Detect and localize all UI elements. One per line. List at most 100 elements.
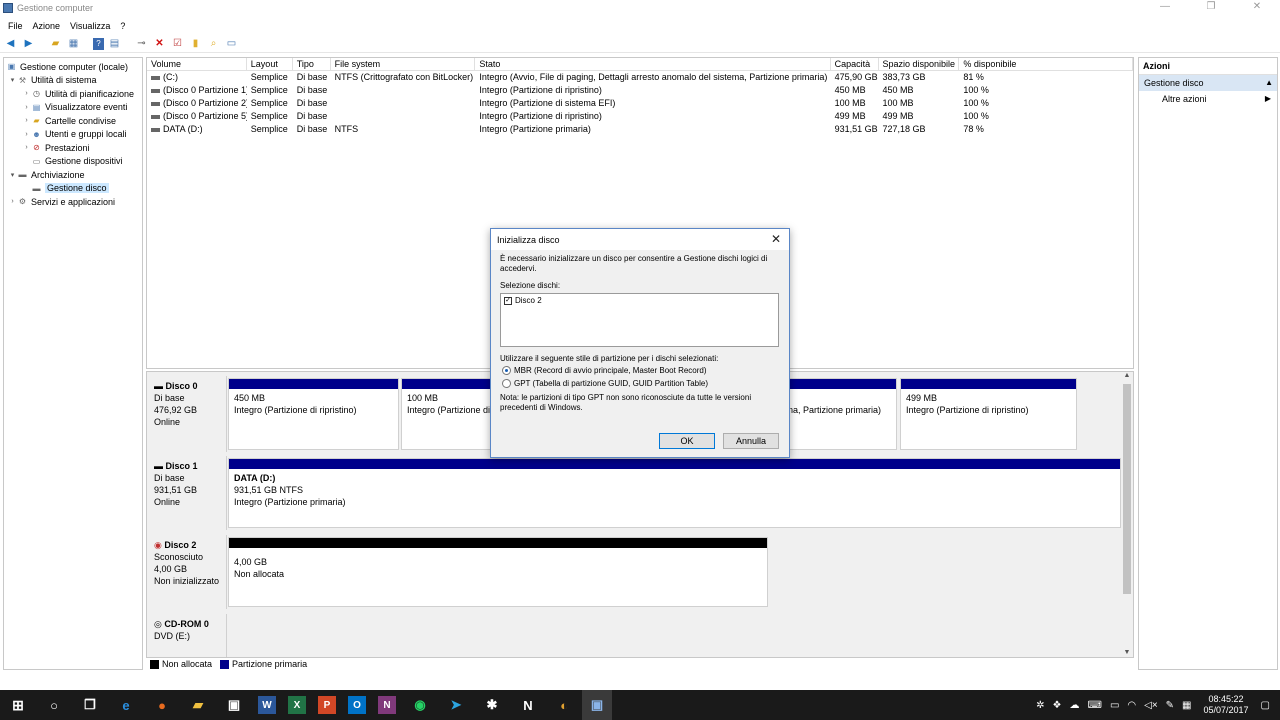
word-icon[interactable]: W (258, 696, 276, 714)
checkbox-checked-icon[interactable]: ✓ (504, 296, 512, 305)
chevron-down-icon[interactable]: ▾ (8, 76, 17, 84)
windows-start-icon[interactable]: ⊞ (6, 693, 30, 717)
tree-item-storage[interactable]: ▾ ▬ Archiviazione (4, 168, 142, 182)
properties-icon[interactable]: ▭ (224, 37, 239, 51)
search-icon[interactable]: ○ (42, 693, 66, 717)
cancel-button[interactable]: Annulla (723, 433, 779, 449)
chevron-right-icon[interactable]: › (22, 131, 31, 138)
back-icon[interactable]: ◀ (3, 37, 18, 51)
column-header[interactable]: File system (331, 58, 476, 70)
edge-icon[interactable]: e (114, 693, 138, 717)
vertical-scrollbar[interactable]: ▲ ▼ (1121, 372, 1133, 657)
menu-file[interactable]: File (4, 21, 29, 31)
console-icon[interactable]: ▤ (107, 37, 122, 51)
notification-icon[interactable]: ▢ (1261, 700, 1270, 711)
excel-icon[interactable]: X (288, 696, 306, 714)
check-icon[interactable]: ☑ (170, 37, 185, 51)
powerpoint-icon[interactable]: P (318, 696, 336, 714)
tree-item-device-manager[interactable]: ▭ Gestione dispositivi (4, 155, 142, 169)
computer-management-taskbar-icon[interactable]: ▣ (582, 690, 612, 720)
tree-item-performance[interactable]: › ⊘ Prestazioni (4, 141, 142, 155)
folder-icon[interactable]: ▮ (188, 37, 203, 51)
radio-selected-icon[interactable] (502, 366, 511, 376)
disk-label-disco-0[interactable]: ▬ Disco 0 Di base 476,92 GB Online (149, 376, 227, 452)
cloud-icon[interactable]: ☁ (1070, 700, 1080, 711)
table-row[interactable]: (Disco 0 Partizione 5) Semplice Di base … (147, 110, 1133, 123)
delete-icon[interactable]: ✕ (152, 37, 167, 51)
table-row[interactable]: (Disco 0 Partizione 1) Semplice Di base … (147, 84, 1133, 97)
action-more-actions[interactable]: Altre azioni ▶ (1139, 91, 1277, 107)
tree-item-computer-management[interactable]: ▣ Gestione computer (locale) (4, 60, 142, 74)
gpt-option[interactable]: GPT (Tabella di partizione GUID, GUID Pa… (502, 377, 780, 390)
disk-label-cdrom-0[interactable]: ◎ CD-ROM 0 DVD (E:) (149, 614, 227, 657)
disk-label-disco-1[interactable]: ▬ Disco 1 Di base 931,51 GB Online (149, 456, 227, 530)
scroll-up-icon[interactable]: ▲ (1121, 372, 1133, 382)
telegram-icon[interactable]: ➤ (444, 693, 468, 717)
outlook-icon[interactable]: O (348, 696, 366, 714)
store-icon[interactable]: ▣ (222, 693, 246, 717)
column-header[interactable]: Spazio disponibile (879, 58, 960, 70)
pen-icon[interactable]: ✎ (1166, 700, 1174, 711)
column-header[interactable]: Volume (147, 58, 247, 70)
chevron-right-icon[interactable]: › (22, 104, 31, 111)
forward-icon[interactable]: ▶ (21, 37, 36, 51)
show-tree-icon[interactable]: ▦ (66, 37, 81, 51)
mbr-option[interactable]: MBR (Record di avvio principale, Master … (502, 364, 780, 377)
minimize-button[interactable]: — (1142, 0, 1188, 16)
partition-d2p1[interactable]: 4,00 GB Non allocata (228, 537, 768, 607)
column-header[interactable]: Stato (475, 58, 831, 70)
scrollbar-thumb[interactable] (1123, 384, 1131, 594)
radio-icon[interactable] (502, 379, 511, 389)
connect-icon[interactable]: ⊸ (134, 37, 149, 51)
tree-item-disk-management[interactable]: ▬ Gestione disco (4, 182, 142, 196)
partition-d0p3[interactable]: na, Partizione primaria) (787, 378, 897, 450)
help-icon[interactable]: ? (93, 37, 104, 50)
actions-section-disk-management[interactable]: Gestione disco ▲ (1139, 75, 1277, 91)
partition-d0p4[interactable]: 499 MB Integro (Partizione di ripristino) (900, 378, 1077, 450)
task-view-icon[interactable]: ❐ (78, 693, 102, 717)
whatsapp-icon[interactable]: ◉ (408, 693, 432, 717)
close-icon[interactable]: ✕ (771, 232, 781, 246)
close-button[interactable]: ✕ (1234, 0, 1280, 16)
table-row[interactable]: DATA (D:) Semplice Di base NTFS Integro … (147, 123, 1133, 136)
tree-item-system-tools[interactable]: ▾ ⚒ Utilità di sistema (4, 74, 142, 88)
disk-select-item[interactable]: ✓ Disco 2 (504, 296, 775, 306)
tree-item-services-apps[interactable]: › ⚙ Servizi e applicazioni (4, 195, 142, 209)
column-header[interactable]: Capacità (831, 58, 879, 70)
tree-item-task-scheduler[interactable]: › ◷ Utilità di pianificazione (4, 87, 142, 101)
disk-label-disco-2[interactable]: ◉ Disco 2 Sconosciuto 4,00 GB Non inizia… (149, 535, 227, 609)
search-folder-icon[interactable]: ⌕ (206, 37, 221, 51)
chevron-up-icon[interactable]: ▲ (1265, 75, 1273, 91)
menu-action[interactable]: Azione (29, 21, 67, 31)
chevron-right-icon[interactable]: › (8, 198, 17, 205)
table-row[interactable]: (C:) Semplice Di base NTFS (Crittografat… (147, 71, 1133, 84)
slack-icon[interactable]: ✱ (480, 693, 504, 717)
partition-d1p1[interactable]: DATA (D:) 931,51 GB NTFS Integro (Partizio… (228, 458, 1121, 528)
dropbox-icon[interactable]: ❖ (1053, 700, 1062, 711)
chevron-right-icon[interactable]: › (22, 117, 31, 124)
file-explorer-icon[interactable]: ▰ (186, 693, 210, 717)
partition-d0p2[interactable]: 100 MB Integro (Partizione di (401, 378, 495, 450)
volume-mute-icon[interactable]: ◁× (1144, 700, 1158, 711)
tree-item-local-users[interactable]: › ☻ Utenti e gruppi locali (4, 128, 142, 142)
paint-icon[interactable]: ◐ (552, 693, 576, 717)
column-header[interactable]: Tipo (293, 58, 331, 70)
maximize-button[interactable]: ❐ (1188, 0, 1234, 16)
disk-select-list[interactable]: ✓ Disco 2 (500, 293, 779, 347)
chevron-right-icon[interactable]: › (22, 90, 31, 97)
keyboard-icon[interactable]: ⌨ (1088, 700, 1102, 711)
column-header[interactable]: % disponibile (959, 58, 1133, 70)
menu-view[interactable]: Visualizza (66, 21, 116, 31)
battery-icon[interactable]: ▭ (1110, 700, 1119, 711)
up-folder-icon[interactable]: ▰ (48, 37, 63, 51)
tree-item-event-viewer[interactable]: › ▤ Visualizzatore eventi (4, 101, 142, 115)
column-header[interactable]: Layout (247, 58, 293, 70)
scroll-down-icon[interactable]: ▼ (1121, 649, 1133, 657)
keyboard-layout-icon[interactable]: ▦ (1182, 700, 1191, 711)
chevron-right-icon[interactable]: › (22, 144, 31, 151)
onenote-icon[interactable]: N (378, 696, 396, 714)
settings-tray-icon[interactable]: ✲ (1036, 700, 1044, 711)
firefox-icon[interactable]: ● (150, 693, 174, 717)
wifi-icon[interactable]: ◠ (1127, 700, 1136, 711)
menu-help[interactable]: ? (116, 21, 131, 31)
